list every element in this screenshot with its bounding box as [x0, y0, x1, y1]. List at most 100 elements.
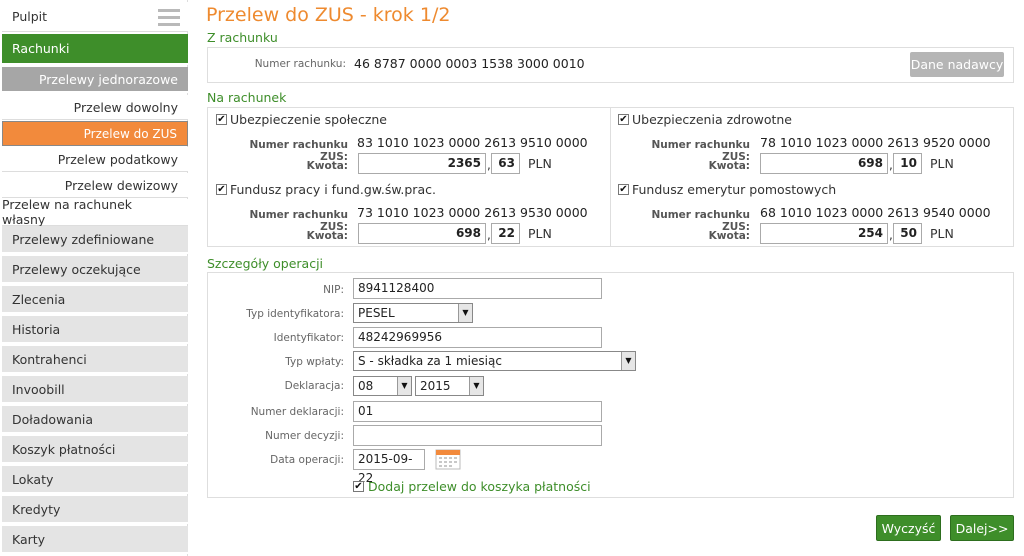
date-label: Data operacji:: [270, 454, 344, 466]
sidebar-item-label: Kontrahenci: [12, 351, 87, 367]
sidebar-item-label: Rachunki: [12, 41, 70, 56]
id-type-value: PESEL: [358, 306, 395, 320]
sidebar-item-label: Historia: [12, 321, 61, 337]
amount-decimal-input[interactable]: 50: [893, 223, 922, 244]
declaration-year-value: 2015: [420, 379, 451, 393]
id-type-label: Typ identyfikatora:: [246, 308, 344, 320]
sidebar-item-lokaty[interactable]: Lokaty: [2, 466, 188, 494]
sidebar-item-przelew-na-rachunek-wlasny[interactable]: Przelew na rachunek własny: [2, 197, 188, 227]
sidebar-item-historia[interactable]: Historia: [2, 316, 188, 344]
chevron-down-icon[interactable]: ▼: [397, 377, 411, 395]
sidebar-item-label: Przelew podatkowy: [57, 151, 178, 167]
sidebar-item-label: Pulpit: [12, 9, 48, 24]
label-fundusz-emerytur-pomostowych: Fundusz emerytur pomostowych: [632, 182, 837, 197]
next-button[interactable]: Dalej>>: [950, 515, 1014, 541]
from-account-number: 46 8787 0000 0003 1538 3000 0010: [354, 56, 585, 71]
declaration-month-select[interactable]: 08 ▼: [353, 376, 412, 396]
zus-account-number: 68 1010 1023 0000 2613 9540 0000: [760, 205, 991, 220]
declaration-label: Deklaracja:: [284, 380, 344, 392]
payment-type-select[interactable]: S - składka za 1 miesiąc ▼: [353, 351, 636, 371]
currency-label: PLN: [930, 226, 954, 241]
label-fundusz-pracy: Fundusz pracy i fund.gw.św.prac.: [230, 182, 436, 197]
sidebar-item-label: Karty: [12, 531, 46, 547]
sidebar-item-pulpit[interactable]: Pulpit: [2, 2, 188, 32]
amount-label: Kwota:: [306, 160, 348, 172]
identifier-label: Identyfikator:: [273, 332, 344, 344]
currency-label: PLN: [528, 156, 552, 171]
date-input[interactable]: 2015-09-22: [353, 449, 425, 485]
decision-number-input[interactable]: [353, 425, 602, 446]
sidebar-item-kontrahenci[interactable]: Kontrahenci: [2, 346, 188, 374]
zus-account-number: 78 1010 1023 0000 2613 9520 0000: [760, 135, 991, 150]
sidebar-item-label: Koszyk płatności: [12, 441, 116, 457]
sidebar-item-przelewy-oczekujace[interactable]: Przelewy oczekujące: [2, 256, 188, 284]
calendar-icon[interactable]: [435, 448, 461, 470]
declaration-number-input[interactable]: 01: [353, 401, 602, 422]
label-ubezpieczenie-spoleczne: Ubezpieczenie społeczne: [230, 112, 388, 127]
amount-integer-input[interactable]: 698: [760, 153, 888, 174]
basket-checkbox[interactable]: ✔: [353, 481, 364, 492]
chevron-down-icon[interactable]: ▼: [621, 352, 635, 370]
checkbox-fundusz-pracy[interactable]: ✔: [216, 184, 227, 195]
amount-decimal-input[interactable]: 63: [491, 153, 520, 174]
basket-label[interactable]: Dodaj przelew do koszyka płatności: [368, 479, 591, 494]
label-ubezpieczenia-zdrowotne: Ubezpieczenia zdrowotne: [632, 112, 792, 127]
checkbox-fundusz-emerytur-pomostowych[interactable]: ✔: [618, 184, 629, 195]
column-divider: [610, 108, 611, 246]
sidebar-item-przelew-dewizowy[interactable]: Przelew dewizowy: [2, 173, 188, 198]
menu-icon[interactable]: [158, 9, 180, 30]
sidebar-item-label: Przelew dowolny: [73, 99, 178, 115]
amount-label: Kwota:: [708, 230, 750, 242]
identifier-input[interactable]: 48242969956: [353, 327, 602, 348]
declaration-month-value: 08: [358, 379, 374, 393]
amount-decimal-input[interactable]: 10: [893, 153, 922, 174]
sender-data-button[interactable]: Dane nadawcy: [910, 52, 1004, 77]
id-type-select[interactable]: PESEL ▼: [353, 303, 473, 323]
sidebar-item-label: Przelew do ZUS: [83, 126, 177, 141]
sidebar-item-karty[interactable]: Karty: [2, 526, 188, 554]
payment-type-label: Typ wpłaty:: [285, 356, 344, 368]
zus-account-number: 83 1010 1023 0000 2613 9510 0000: [357, 135, 588, 150]
sidebar-item-przelew-dowolny[interactable]: Przelew dowolny: [2, 95, 188, 120]
declaration-year-select[interactable]: 2015 ▼: [415, 376, 484, 396]
sidebar-item-label: Przelew dewizowy: [64, 177, 178, 193]
to-account-box: ✔ Ubezpieczenie społeczne Numer rachunku…: [207, 107, 1014, 247]
amount-integer-input[interactable]: 2365: [358, 153, 486, 174]
sidebar-item-doladowania[interactable]: Doładowania: [2, 406, 188, 434]
amount-decimal-input[interactable]: 22: [491, 223, 520, 244]
from-account-label: Numer rachunku:: [254, 58, 346, 70]
nip-input[interactable]: 8941128400: [353, 278, 602, 299]
amount-integer-input[interactable]: 254: [760, 223, 888, 244]
chevron-down-icon[interactable]: ▼: [458, 304, 472, 322]
sidebar-item-kredyty[interactable]: Kredyty: [2, 496, 188, 524]
nip-label: NIP:: [323, 284, 344, 296]
chevron-down-icon[interactable]: ▼: [469, 377, 483, 395]
page-title: Przelew do ZUS - krok 1/2: [206, 4, 451, 26]
sidebar-item-label: Przelewy jednorazowe: [38, 71, 178, 87]
clear-button[interactable]: Wyczyść: [876, 515, 941, 541]
section-title-from-account: Z rachunku: [207, 30, 278, 45]
checkbox-ubezpieczenie-spoleczne[interactable]: ✔: [216, 114, 227, 125]
section-title-details: Szczegóły operacji: [207, 256, 324, 271]
zus-account-number: 73 1010 1023 0000 2613 9530 0000: [357, 205, 588, 220]
currency-label: PLN: [528, 226, 552, 241]
sidebar-item-label: Doładowania: [12, 411, 94, 427]
sidebar-item-przelewy-jednorazowe[interactable]: Przelewy jednorazowe: [2, 67, 188, 93]
sidebar-item-przelewy-zdefiniowane[interactable]: Przelewy zdefiniowane: [2, 226, 188, 254]
sidebar-item-zlecenia[interactable]: Zlecenia: [2, 286, 188, 314]
sidebar-item-label: Lokaty: [12, 471, 54, 487]
sidebar-item-label: Przelewy oczekujące: [12, 261, 141, 277]
currency-label: PLN: [930, 156, 954, 171]
sidebar-item-invoobill[interactable]: Invoobill: [2, 376, 188, 404]
sidebar-item-rachunki[interactable]: Rachunki: [2, 34, 188, 65]
declaration-number-label: Numer deklaracji:: [250, 406, 344, 418]
details-box: NIP: 8941128400 Typ identyfikatora: PESE…: [207, 272, 1014, 498]
sidebar-item-label: Kredyty: [12, 501, 61, 517]
checkbox-ubezpieczenia-zdrowotne[interactable]: ✔: [618, 114, 629, 125]
sidebar-item-przelew-do-zus[interactable]: Przelew do ZUS: [2, 121, 188, 146]
amount-integer-input[interactable]: 698: [358, 223, 486, 244]
sidebar-item-przelew-podatkowy[interactable]: Przelew podatkowy: [2, 147, 188, 172]
sidebar-item-label: Przelew na rachunek własny: [2, 197, 132, 227]
sidebar: Pulpit Rachunki Przelewy jednorazowe Prz…: [0, 0, 188, 556]
sidebar-item-koszyk-platnosci[interactable]: Koszyk płatności: [2, 436, 188, 464]
